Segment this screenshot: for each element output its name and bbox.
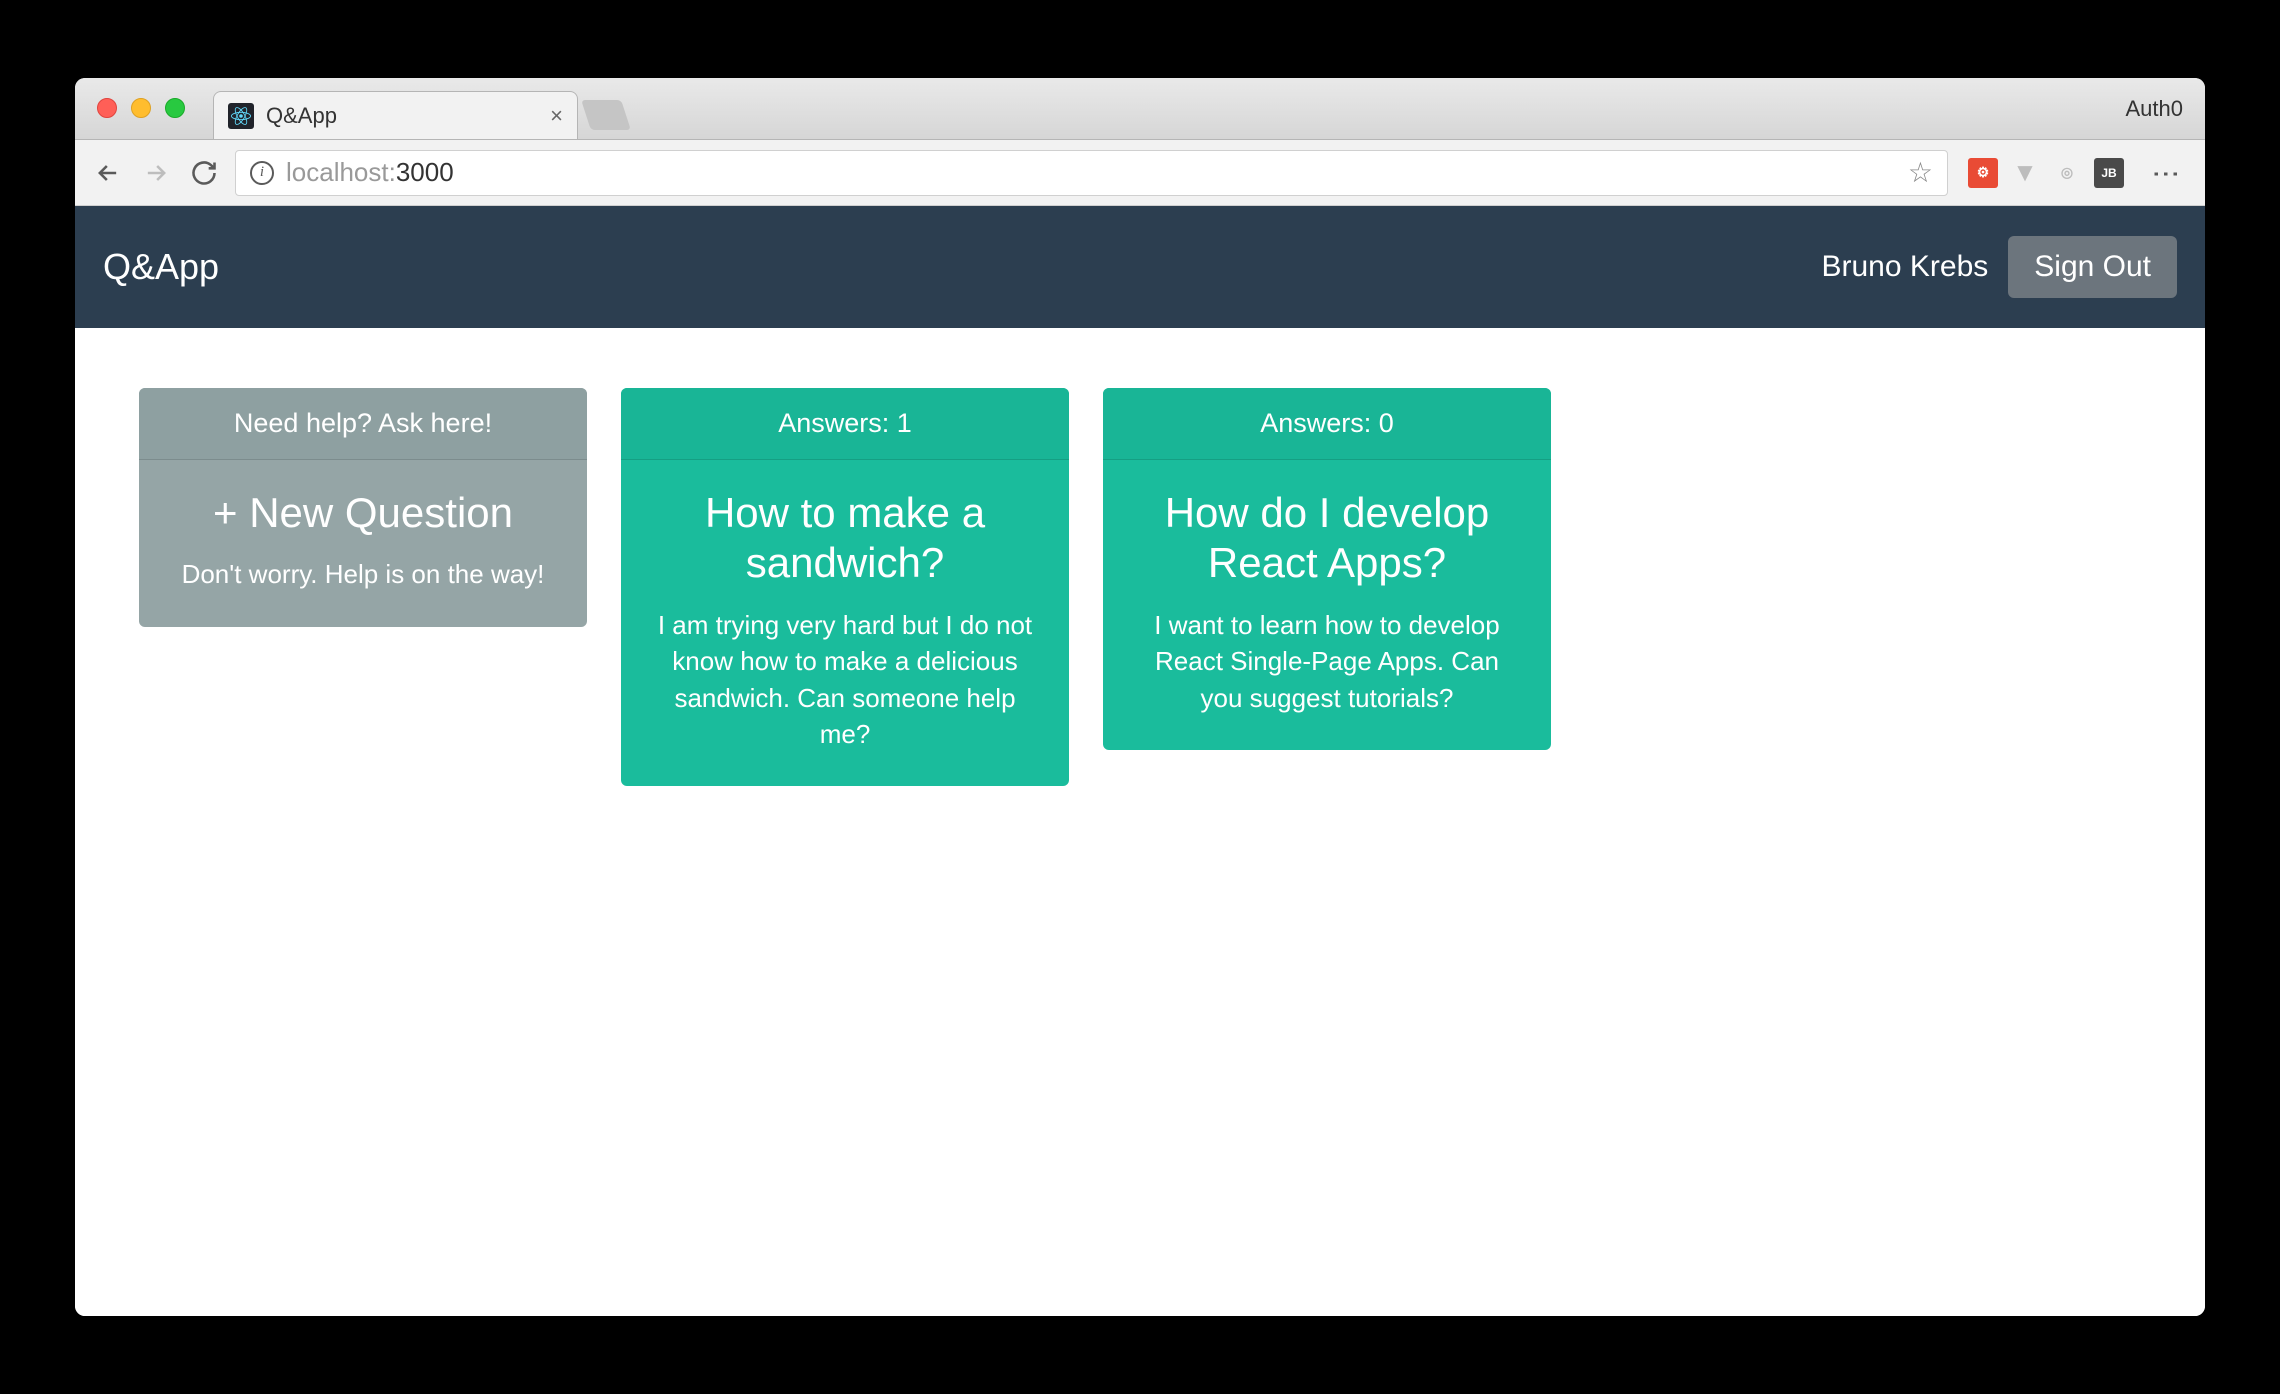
address-bar[interactable]: i localhost:3000 ☆	[235, 150, 1948, 196]
card-body: + New Question Don't worry. Help is on t…	[139, 460, 587, 627]
user-name: Bruno Krebs	[1822, 250, 1989, 284]
vue-extension-icon[interactable]: ▼	[2010, 158, 2040, 188]
jb-extension-icon[interactable]: JB	[2094, 158, 2124, 188]
new-tab-button[interactable]	[581, 100, 631, 130]
card-body: How to make a sandwich? I am trying very…	[621, 460, 1069, 786]
titlebar: Q&App × Auth0	[75, 78, 2205, 140]
sign-out-button[interactable]: Sign Out	[2008, 236, 2177, 298]
url-text: localhost:3000	[286, 157, 454, 188]
close-tab-icon[interactable]: ×	[550, 103, 563, 129]
app-viewport: Q&App Bruno Krebs Sign Out Need help? As…	[75, 206, 2205, 1316]
extensions: ⚙ ▼ ◎ JB	[1962, 158, 2130, 188]
reload-button[interactable]	[187, 156, 221, 190]
app-navbar: Q&App Bruno Krebs Sign Out	[75, 206, 2205, 328]
new-question-card[interactable]: Need help? Ask here! + New Question Don'…	[139, 388, 587, 627]
close-window-button[interactable]	[97, 98, 117, 118]
navbar-right: Bruno Krebs Sign Out	[1822, 236, 2178, 298]
question-text: I want to learn how to develop React Sin…	[1135, 607, 1519, 716]
browser-window: Q&App × Auth0 i localhost:3000 ☆ ⚙ ▼ ◎ J…	[75, 78, 2205, 1316]
window-controls	[97, 98, 185, 118]
card-title: + New Question	[171, 488, 555, 538]
question-card[interactable]: Answers: 0 How do I develop React Apps? …	[1103, 388, 1551, 750]
back-button[interactable]	[91, 156, 125, 190]
browser-toolbar: i localhost:3000 ☆ ⚙ ▼ ◎ JB ⋮	[75, 140, 2205, 206]
answers-count: Answers: 0	[1103, 388, 1551, 460]
question-card[interactable]: Answers: 1 How to make a sandwich? I am …	[621, 388, 1069, 786]
browser-menu-icon[interactable]: ⋮	[2144, 160, 2189, 186]
react-favicon-icon	[228, 103, 254, 129]
app-brand[interactable]: Q&App	[103, 246, 219, 288]
question-text: I am trying very hard but I do not know …	[653, 607, 1037, 753]
card-text: Don't worry. Help is on the way!	[171, 556, 555, 592]
bookmark-star-icon[interactable]: ☆	[1908, 156, 1933, 189]
card-body: How do I develop React Apps? I want to l…	[1103, 460, 1551, 750]
site-info-icon[interactable]: i	[250, 161, 274, 185]
card-header: Need help? Ask here!	[139, 388, 587, 460]
answers-count: Answers: 1	[621, 388, 1069, 460]
minimize-window-button[interactable]	[131, 98, 151, 118]
profile-label[interactable]: Auth0	[2126, 96, 2184, 122]
maximize-window-button[interactable]	[165, 98, 185, 118]
browser-tab[interactable]: Q&App ×	[213, 91, 578, 139]
extension-icon[interactable]: ⚙	[1968, 158, 1998, 188]
extension-icon[interactable]: ◎	[2052, 158, 2082, 188]
question-title: How to make a sandwich?	[653, 488, 1037, 589]
forward-button[interactable]	[139, 156, 173, 190]
question-title: How do I develop React Apps?	[1135, 488, 1519, 589]
tab-title: Q&App	[266, 103, 538, 129]
cards-container: Need help? Ask here! + New Question Don'…	[75, 328, 2205, 846]
